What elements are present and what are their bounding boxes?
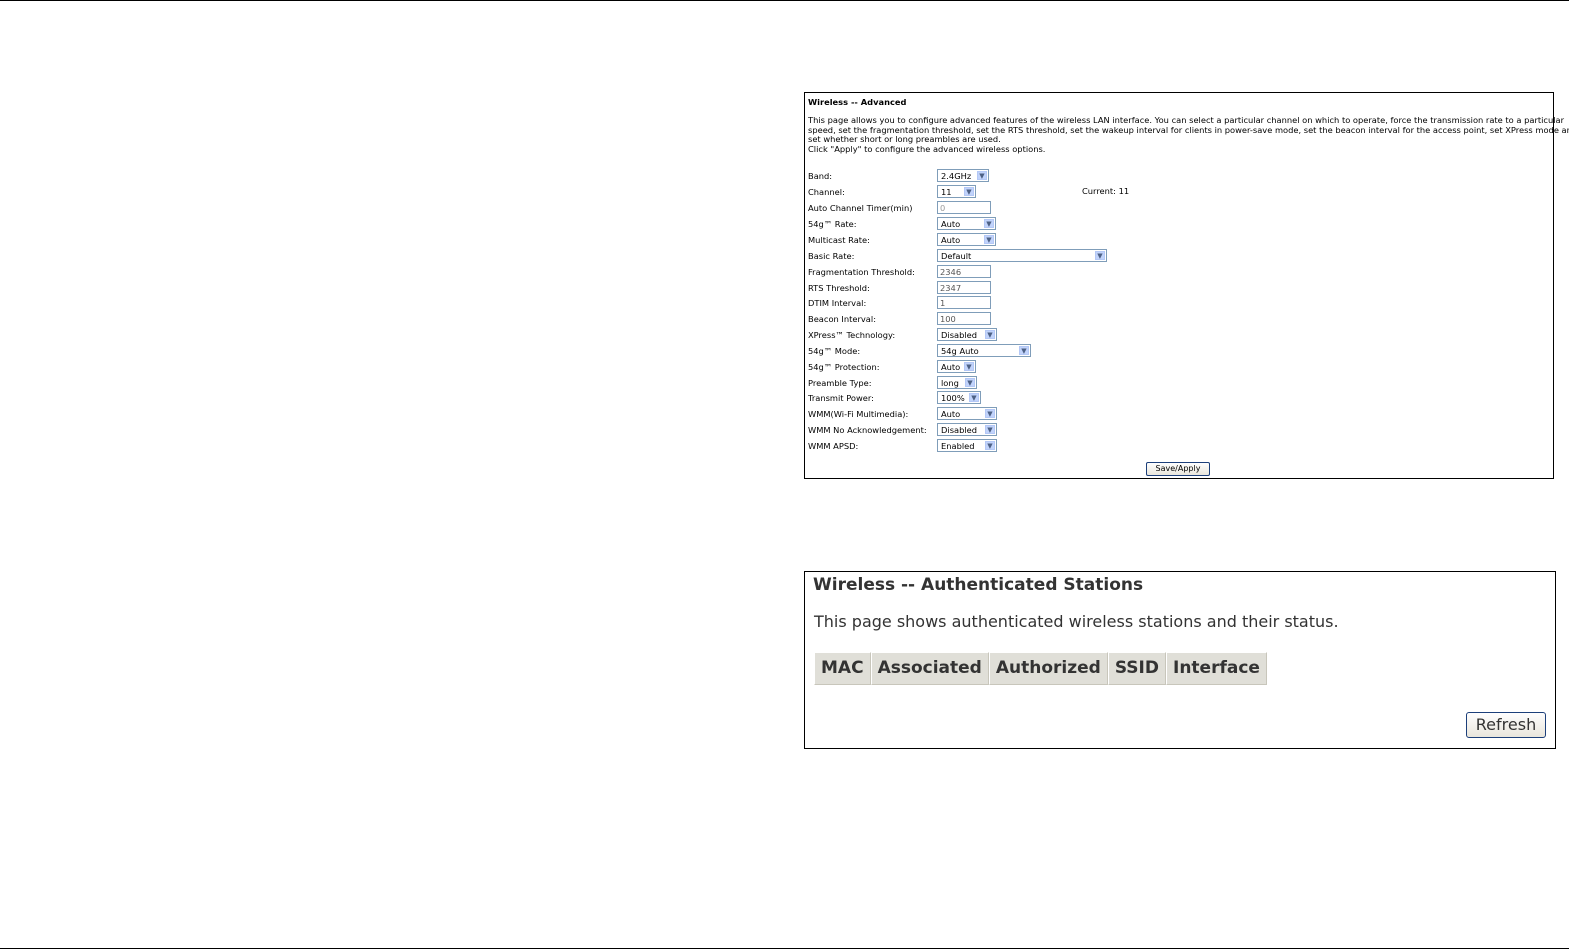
bottom-rule — [0, 948, 1569, 949]
refresh-button[interactable]: Refresh — [1466, 712, 1546, 738]
wireless-advanced-panel: Wireless -- Advanced This page allows yo… — [804, 92, 1569, 479]
band-value: 2.4GHz — [941, 171, 972, 181]
wmm-noack-select[interactable]: Disabled ▼ — [937, 423, 997, 436]
channel-value: 11 — [941, 187, 952, 197]
stations-table: MAC Associated Authorized SSID Interface — [814, 652, 1267, 685]
authenticated-stations-panel: Wireless -- Authenticated Stations This … — [804, 571, 1556, 749]
column-header-interface: Interface — [1166, 652, 1267, 685]
panel-description: This page allows you to configure advanc… — [808, 115, 1569, 154]
column-header-authorized: Authorized — [988, 652, 1108, 685]
protection-54g-label: 54g™ Protection: — [808, 362, 880, 372]
chevron-down-icon: ▼ — [985, 330, 995, 339]
mode-54g-select[interactable]: 54g Auto ▼ — [937, 344, 1031, 357]
frag-threshold-input[interactable]: 2346 — [937, 265, 991, 278]
wmm-label: WMM(Wi-Fi Multimedia): — [808, 409, 909, 419]
save-apply-button[interactable]: Save/Apply — [1146, 462, 1210, 476]
multicast-rate-value: Auto — [941, 235, 961, 245]
protection-54g-value: Auto — [941, 362, 961, 372]
panel-title: Wireless -- Advanced — [808, 97, 907, 107]
xpress-label: XPress™ Technology: — [808, 330, 896, 340]
chevron-down-icon: ▼ — [964, 187, 974, 196]
band-select[interactable]: 2.4GHz ▼ — [937, 169, 989, 182]
frag-threshold-label: Fragmentation Threshold: — [808, 267, 915, 277]
wmm-apsd-value: Enabled — [941, 441, 975, 451]
auto-channel-timer-value: 0 — [940, 203, 946, 213]
wmm-apsd-label: WMM APSD: — [808, 441, 859, 451]
preamble-label: Preamble Type: — [808, 378, 872, 388]
xpress-select[interactable]: Disabled ▼ — [937, 328, 997, 341]
top-rule — [0, 0, 1569, 1]
tx-power-label: Transmit Power: — [808, 393, 874, 403]
preamble-select[interactable]: long ▼ — [937, 376, 977, 389]
multicast-rate-select[interactable]: Auto ▼ — [937, 233, 996, 246]
column-header-mac: MAC — [814, 652, 871, 685]
column-header-associated: Associated — [870, 652, 989, 685]
chevron-down-icon: ▼ — [984, 219, 994, 228]
chevron-down-icon: ▼ — [965, 378, 975, 387]
tx-power-value: 100% — [941, 393, 965, 403]
panel-description: This page shows authenticated wireless s… — [814, 612, 1339, 631]
chevron-down-icon: ▼ — [964, 362, 974, 371]
description-line: Click "Apply" to configure the advanced … — [808, 143, 1046, 154]
basic-rate-label: Basic Rate: — [808, 251, 855, 261]
channel-select[interactable]: 11 ▼ — [937, 185, 976, 198]
panel-title: Wireless -- Authenticated Stations — [813, 575, 1144, 595]
preamble-value: long — [941, 378, 959, 388]
rts-threshold-input[interactable]: 2347 — [937, 281, 991, 294]
protection-54g-select[interactable]: Auto ▼ — [937, 360, 976, 373]
rate-54g-select[interactable]: Auto ▼ — [937, 217, 996, 230]
xpress-value: Disabled — [941, 330, 978, 340]
wmm-select[interactable]: Auto ▼ — [937, 407, 997, 420]
wmm-noack-value: Disabled — [941, 425, 978, 435]
basic-rate-value: Default — [941, 251, 972, 261]
auto-channel-timer-label: Auto Channel Timer(min) — [808, 203, 913, 213]
chevron-down-icon: ▼ — [1095, 251, 1105, 260]
beacon-interval-label: Beacon Interval: — [808, 314, 876, 324]
tx-power-select[interactable]: 100% ▼ — [937, 391, 981, 404]
column-header-ssid: SSID — [1107, 652, 1166, 685]
chevron-down-icon: ▼ — [985, 441, 995, 450]
beacon-interval-input[interactable]: 100 — [937, 312, 991, 325]
chevron-down-icon: ▼ — [977, 171, 987, 180]
basic-rate-select[interactable]: Default ▼ — [937, 249, 1107, 262]
multicast-rate-label: Multicast Rate: — [808, 235, 870, 245]
wmm-value: Auto — [941, 409, 961, 419]
wmm-apsd-select[interactable]: Enabled ▼ — [937, 439, 997, 452]
current-channel: Current: 11 — [1082, 186, 1130, 196]
chevron-down-icon: ▼ — [984, 235, 994, 244]
auto-channel-timer-input[interactable]: 0 — [937, 201, 991, 214]
rts-threshold-value: 2347 — [940, 283, 962, 293]
mode-54g-label: 54g™ Mode: — [808, 346, 861, 356]
channel-label: Channel: — [808, 187, 845, 197]
band-label: Band: — [808, 171, 833, 181]
rate-54g-label: 54g™ Rate: — [808, 219, 857, 229]
mode-54g-value: 54g Auto — [941, 346, 979, 356]
dtim-interval-value: 1 — [940, 298, 946, 308]
frag-threshold-value: 2346 — [940, 267, 962, 277]
rate-54g-value: Auto — [941, 219, 961, 229]
rts-threshold-label: RTS Threshold: — [808, 283, 870, 293]
beacon-interval-value: 100 — [940, 314, 956, 324]
chevron-down-icon: ▼ — [969, 393, 979, 402]
dtim-interval-input[interactable]: 1 — [937, 296, 991, 309]
chevron-down-icon: ▼ — [985, 425, 995, 434]
wmm-noack-label: WMM No Acknowledgement: — [808, 425, 927, 435]
chevron-down-icon: ▼ — [1019, 346, 1029, 355]
table-header-row: MAC Associated Authorized SSID Interface — [814, 652, 1267, 685]
chevron-down-icon: ▼ — [985, 409, 995, 418]
dtim-interval-label: DTIM Interval: — [808, 298, 867, 308]
